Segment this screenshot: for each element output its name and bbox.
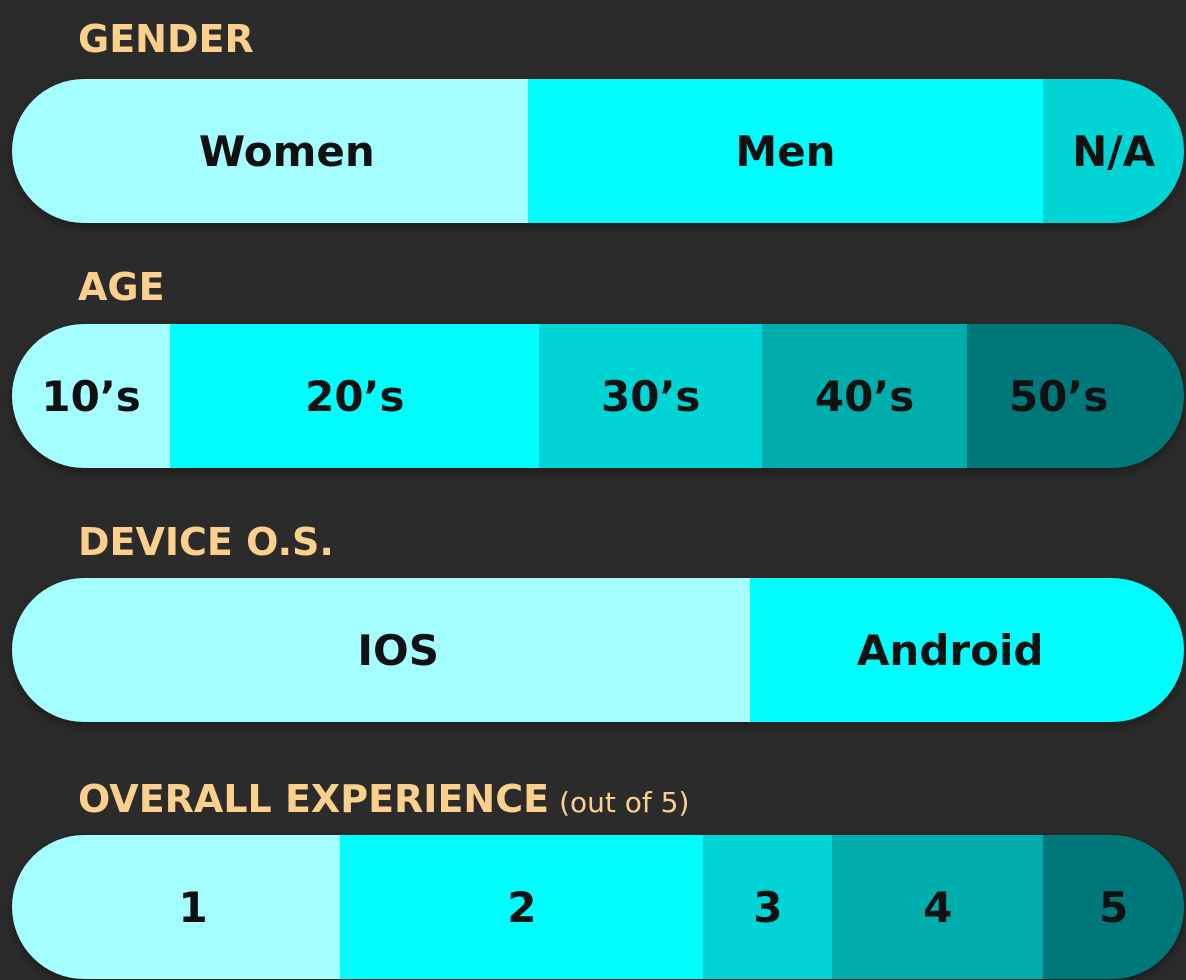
segment-label: 40’s — [814, 371, 915, 421]
chart-title-age: AGE — [78, 268, 165, 306]
segment-label: Men — [735, 126, 836, 176]
chart-title-device-os: DEVICE O.S. — [78, 523, 334, 561]
segment-label: Android — [856, 625, 1044, 675]
bar-segment: 1 — [12, 835, 341, 979]
stacked-bar-overall-experience: 1 2 3 4 5 — [12, 835, 1184, 979]
segment-label: IOS — [357, 625, 439, 675]
bar-segment: 4 — [832, 835, 1044, 979]
bar-segment: 40’s — [762, 324, 968, 468]
bar-segment: Women — [12, 79, 528, 223]
stacked-bar-gender: Women Men N/A — [12, 79, 1184, 223]
segment-label: 2 — [507, 882, 537, 932]
stacked-bar-device-os: IOS Android — [12, 578, 1184, 722]
chart-title-text: OVERALL EXPERIENCE — [78, 777, 550, 821]
chart-title-overall-experience: OVERALL EXPERIENCE (out of 5) — [78, 780, 689, 818]
bar-segment: 10’s — [12, 324, 171, 468]
segment-label: 10’s — [41, 371, 141, 421]
chart-title-text: AGE — [78, 265, 165, 309]
bar-segment: 3 — [703, 835, 833, 979]
bar-segment: IOS — [12, 578, 751, 722]
bar-segment: 30’s — [539, 324, 763, 468]
bar-segment: 2 — [340, 835, 704, 979]
bar-segment: Men — [527, 79, 1044, 223]
chart-subtitle: (out of 5) — [559, 786, 690, 819]
bar-segment: 5 — [1043, 835, 1184, 979]
segment-label: 3 — [753, 882, 783, 932]
chart-title-gender: GENDER — [78, 20, 254, 58]
segment-label: 4 — [923, 882, 953, 932]
chart-title-text: GENDER — [78, 17, 254, 61]
segment-label: Women — [198, 126, 375, 176]
segment-label: 20’s — [305, 371, 405, 421]
segment-label: 30’s — [601, 371, 701, 421]
bar-segment: 50’s — [967, 324, 1184, 468]
bar-segment: N/A — [1043, 79, 1184, 223]
chart-title-text: DEVICE O.S. — [78, 520, 334, 564]
segment-label: N/A — [1072, 126, 1156, 176]
stacked-bar-age: 10’s 20’s 30’s 40’s 50’s — [12, 324, 1184, 468]
bar-segment: 20’s — [170, 324, 540, 468]
segment-label: 1 — [178, 882, 208, 932]
bar-segment: Android — [750, 578, 1184, 722]
segment-label: 5 — [1099, 882, 1129, 932]
segment-label: 50’s — [1008, 371, 1109, 421]
